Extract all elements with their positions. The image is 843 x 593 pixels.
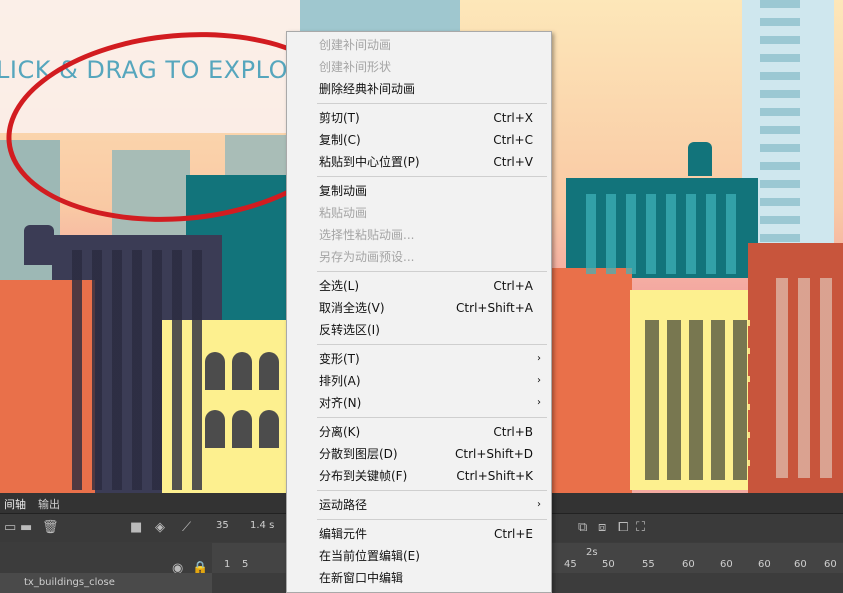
window-arch-6	[259, 410, 279, 448]
menu-item-copy-motion[interactable]: 复制动画	[287, 180, 551, 202]
menu-item-paste-motion-special[interactable]: 选择性粘贴动画...	[287, 224, 551, 246]
menu-item-deselect-all[interactable]: 取消全选(V) Ctrl+Shift+A	[287, 297, 551, 319]
menu-item-break-apart[interactable]: 分离(K) Ctrl+B	[287, 421, 551, 443]
menu-item-transform[interactable]: 变形(T) ›	[287, 348, 551, 370]
context-menu: 创建补间动画 创建补间形状 删除经典补间动画 剪切(T) Ctrl+X 复制(C)…	[286, 31, 552, 593]
menu-item-cut[interactable]: 剪切(T) Ctrl+X	[287, 107, 551, 129]
menu-item-align[interactable]: 对齐(N) ›	[287, 392, 551, 414]
layer-row[interactable]: tx_buildings_close	[0, 573, 212, 593]
layer-name: tx_buildings_close	[24, 577, 115, 588]
building-orange-right	[552, 268, 632, 493]
menu-item-create-shape-tween[interactable]: 创建补间形状	[287, 56, 551, 78]
marker-2s: 2s	[586, 547, 598, 558]
window-arch-3	[259, 352, 279, 390]
menu-separator	[317, 176, 547, 177]
menu-item-paste-motion[interactable]: 粘贴动画	[287, 202, 551, 224]
menu-item-invert-selection[interactable]: 反转选区(I)	[287, 319, 551, 341]
layer-parenting-icon[interactable]: ◈	[155, 520, 165, 535]
loop-icon[interactable]: ⛶	[636, 520, 645, 535]
menu-item-edit-in-place[interactable]: 在当前位置编辑(E)	[287, 545, 551, 567]
new-folder-icon[interactable]: ▬	[20, 520, 32, 535]
menu-item-create-motion-tween[interactable]: 创建补间动画	[287, 34, 551, 56]
tab-timeline[interactable]: 间轴	[4, 496, 26, 512]
onion-outline-icon[interactable]: ⧈	[598, 520, 606, 535]
water-tower-left	[24, 225, 54, 265]
submenu-arrow-icon: ›	[537, 353, 541, 364]
trash-icon[interactable]: 🗑	[42, 520, 59, 535]
menu-item-paste-center[interactable]: 粘贴到中心位置(P) Ctrl+V	[287, 151, 551, 173]
menu-separator	[317, 417, 547, 418]
graph-icon[interactable]: ⟋	[182, 520, 191, 535]
menu-item-save-motion-preset[interactable]: 另存为动画预设...	[287, 246, 551, 268]
menu-item-select-all[interactable]: 全选(L) Ctrl+A	[287, 275, 551, 297]
new-layer-icon[interactable]: ▭	[4, 520, 16, 535]
current-frame[interactable]: 35	[216, 520, 229, 531]
menu-separator	[317, 103, 547, 104]
submenu-arrow-icon: ›	[537, 397, 541, 408]
water-tower-right	[688, 142, 712, 176]
current-time[interactable]: 1.4 s	[250, 520, 274, 531]
menu-item-remove-classic-tween[interactable]: 删除经典补间动画	[287, 78, 551, 100]
menu-item-edit-new-window[interactable]: 在新窗口中编辑	[287, 567, 551, 589]
submenu-arrow-icon: ›	[537, 375, 541, 386]
window-grid-yellow-right	[645, 320, 750, 480]
menu-item-distribute-keyframes[interactable]: 分布到关键帧(F) Ctrl+Shift+K	[287, 465, 551, 487]
menu-separator	[317, 344, 547, 345]
menu-item-edit-symbol[interactable]: 编辑元件 Ctrl+E	[287, 523, 551, 545]
menu-separator	[317, 490, 547, 491]
submenu-arrow-icon: ›	[537, 499, 541, 510]
menu-separator	[317, 271, 547, 272]
edit-multiple-icon[interactable]: ⧠	[618, 520, 628, 535]
onion-skin-icon[interactable]: ⧉	[578, 520, 587, 535]
menu-separator	[317, 519, 547, 520]
camera-icon[interactable]: ■	[130, 520, 142, 535]
window-arch-2	[232, 352, 252, 390]
window-grid-teal-right	[586, 194, 746, 274]
tab-output[interactable]: 输出	[38, 496, 60, 512]
menu-item-distribute-layers[interactable]: 分散到图层(D) Ctrl+Shift+D	[287, 443, 551, 465]
menu-item-arrange[interactable]: 排列(A) ›	[287, 370, 551, 392]
building-stripes-right	[760, 0, 800, 250]
window-grid-navy	[72, 250, 212, 490]
menu-item-motion-path[interactable]: 运动路径 ›	[287, 494, 551, 516]
menu-item-copy[interactable]: 复制(C) Ctrl+C	[287, 129, 551, 151]
window-arch-5	[232, 410, 252, 448]
window-grid-rust-right	[776, 278, 838, 478]
